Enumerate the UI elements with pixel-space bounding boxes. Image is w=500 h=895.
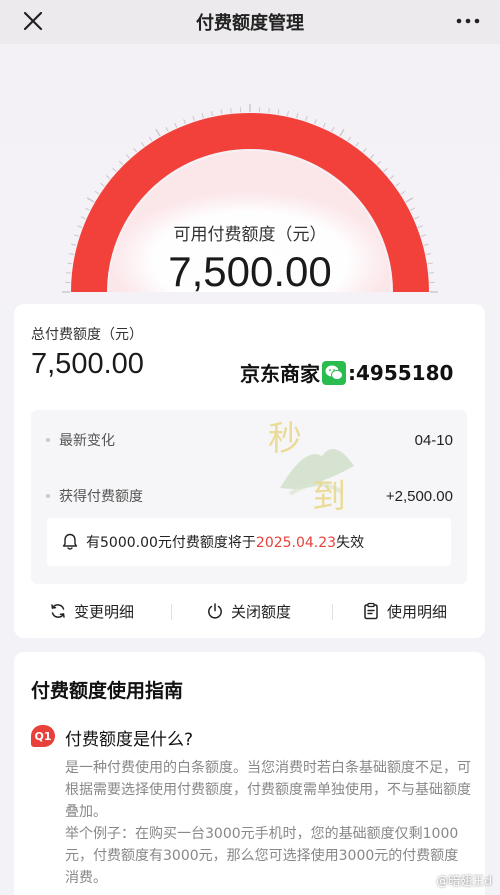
notice-suffix: 失效: [336, 535, 365, 551]
detail-row: 最新变化 04-10: [31, 420, 467, 460]
gauge-tick: [370, 154, 375, 159]
detail-value: 04-10: [414, 431, 453, 449]
gauge-tick: [339, 128, 345, 137]
gauge-tick: [347, 136, 352, 142]
detail-label: 最新变化: [59, 433, 115, 449]
question-answer: 是一种付费使用的白条额度。当您消费时若白条基础额度不足，可根据需要选择使用付费额…: [65, 757, 471, 889]
action-bar: 变更明细 关闭额度 使用明细: [14, 596, 485, 626]
total-quota-amount: 7,500.00: [31, 348, 144, 380]
gauge-tick: [140, 142, 145, 147]
notice-date: 2025.04.23: [255, 535, 337, 551]
gauge-tick: [94, 190, 100, 195]
gauge-tick: [314, 119, 317, 125]
refresh-icon: [51, 604, 65, 618]
gauge-tick: [105, 175, 111, 180]
latest-change-box: 最新变化 04-10 获得付费额度 +2,500.00 有5000.00元付费额…: [31, 410, 467, 584]
close-quota-button[interactable]: 关闭额度: [206, 596, 291, 626]
gauge-tick: [211, 110, 214, 117]
answer-paragraph: 举个例子：在购买一台3000元手机时，您的基础额度仅剩1000元，付费额度有30…: [65, 826, 459, 886]
deco-char-2: 到: [312, 477, 346, 517]
overlay-text-right: :4955180: [348, 360, 454, 385]
nav-bar: 付费额度管理: [0, 0, 500, 44]
close-icon[interactable]: [20, 8, 46, 34]
gauge-tick: [286, 110, 289, 117]
wechat-icon: [322, 360, 346, 385]
gauge-tick: [183, 119, 186, 125]
detail-label: 获得付费额度: [59, 489, 143, 505]
gauge-tick: [230, 107, 232, 114]
source-watermark: @暗翅王d: [436, 874, 492, 888]
gauge-tick: [133, 147, 138, 153]
notice-prefix: 有5000.00元付费额度将于: [86, 535, 256, 551]
gauge-tick: [389, 175, 395, 180]
gauge-tick: [268, 107, 270, 114]
expiry-notice: 有5000.00元付费额度将于2025.04.23失效: [47, 518, 451, 566]
gauge-tick: [405, 197, 414, 203]
bullet-dot: [46, 438, 50, 442]
gauge-tick: [118, 160, 124, 166]
gauge-tick: [383, 167, 388, 172]
page-title: 付费额度管理: [196, 13, 304, 34]
overlay-contact-text: 京东商家 :4955180: [240, 358, 453, 387]
gauge-tick: [112, 167, 117, 172]
gauge-tick: [414, 216, 420, 220]
gauge-tick: [331, 126, 335, 132]
gauge-tick: [84, 207, 90, 211]
gauge-tick: [192, 115, 195, 121]
guide-title: 付费额度使用指南: [31, 680, 184, 702]
usage-details-label: 使用明细: [387, 602, 448, 621]
question-badge: Q1: [31, 725, 55, 747]
usage-guide-card: 付费额度使用指南 Q1 付费额度是什么? 是一种付费使用的白条额度。当您消费时若…: [14, 652, 485, 895]
gauge-section: 可用付费额度（元） 7,500.00: [0, 44, 500, 304]
total-quota-label: 总付费额度（元）: [31, 327, 143, 343]
answer-paragraph: 是一种付费使用的白条额度。当您消费时若白条基础额度不足，可根据需要选择使用付费额…: [65, 760, 471, 820]
gauge-tick: [400, 190, 406, 195]
change-details-button[interactable]: 变更明细: [49, 596, 134, 626]
gauge-tick: [395, 182, 400, 187]
gauge-tick: [148, 136, 153, 142]
gauge-tick: [165, 126, 169, 132]
change-details-label: 变更明细: [74, 602, 135, 621]
gauge-tick: [220, 109, 223, 115]
gauge-tick: [376, 160, 382, 166]
gauge-tick: [410, 207, 416, 211]
gauge-tick: [355, 142, 360, 147]
gauge-tick: [305, 115, 308, 121]
usage-details-button[interactable]: 使用明细: [362, 596, 447, 626]
gauge-tick: [125, 154, 130, 159]
overlay-text-left: 京东商家: [240, 362, 320, 386]
gauge-tick: [100, 182, 105, 187]
bell-icon: [62, 533, 78, 550]
more-icon[interactable]: [454, 10, 482, 32]
divider: [171, 604, 172, 620]
power-icon: [208, 603, 222, 619]
gauge-tick: [362, 147, 367, 153]
bullet-dot: [46, 494, 50, 498]
gauge-label: 可用付费额度（元）: [173, 225, 327, 245]
calligraphy-deco: 秒 到: [268, 419, 354, 517]
quota-summary-card: 总付费额度（元） 7,500.00 京东商家 :4955180 最新变化 04-…: [14, 304, 485, 638]
gauge-tick: [80, 216, 86, 220]
gauge-tick: [277, 109, 280, 115]
gauge-tick: [174, 122, 178, 128]
gauge-tick: [322, 122, 326, 128]
gauge-amount: 7,500.00: [168, 248, 332, 295]
gauge-tick: [86, 197, 95, 203]
gauge-tick: [155, 128, 161, 137]
clipboard-icon: [364, 602, 378, 620]
gauge-tick: [296, 113, 299, 119]
deco-char-1: 秒: [268, 419, 302, 459]
detail-row: 获得付费额度 +2,500.00: [31, 476, 467, 516]
detail-value: +2,500.00: [385, 487, 453, 505]
gauge-tick: [201, 113, 204, 119]
close-quota-label: 关闭额度: [231, 602, 292, 621]
question-title[interactable]: 付费额度是什么?: [65, 725, 193, 750]
divider: [332, 604, 333, 620]
